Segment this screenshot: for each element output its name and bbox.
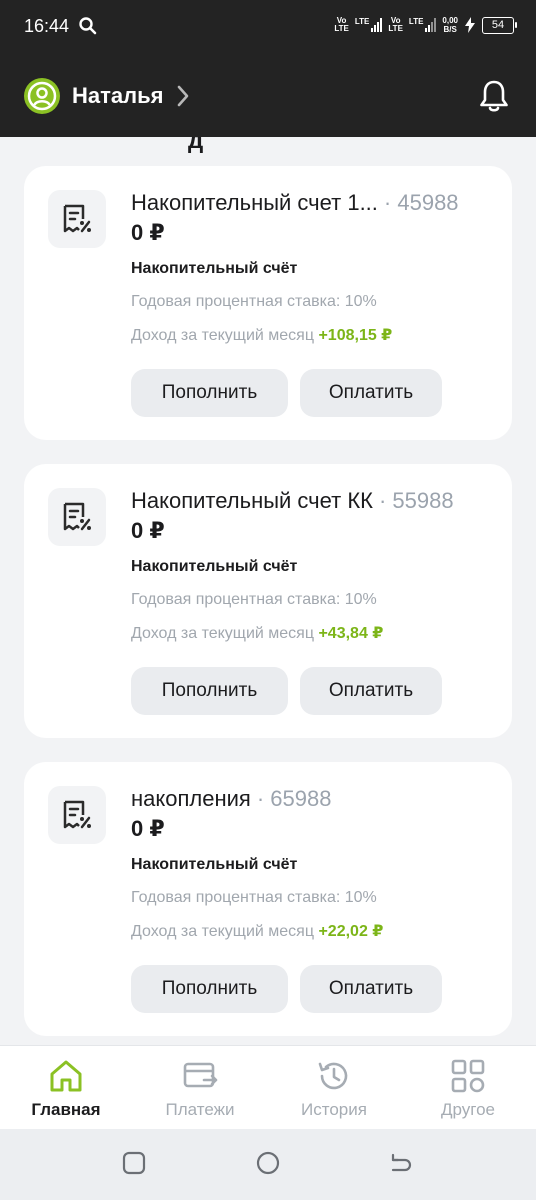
account-number: · 45988	[383, 190, 459, 215]
account-balance: 0 ₽	[131, 518, 165, 543]
account-title: Накопительный счет КК · 55988	[131, 488, 491, 514]
account-type: Накопительный счёт	[131, 260, 298, 277]
network-speed: 0,00 B/S	[442, 16, 458, 34]
savings-account-card[interactable]: Накопительный счет КК · 55988 0 ₽ Накопи…	[24, 464, 512, 738]
account-icon-box	[48, 786, 106, 844]
nav-payments[interactable]: Платежи	[140, 1046, 260, 1130]
account-icon-box	[48, 488, 106, 546]
bell-icon[interactable]	[478, 78, 510, 114]
nav-label: Платежи	[165, 1100, 235, 1119]
account-balance: 0 ₽	[131, 220, 165, 245]
account-balance: 0 ₽	[131, 816, 165, 841]
interest-rate: Годовая процентная ставка: 10%	[131, 889, 377, 906]
nav-other[interactable]: Другое	[408, 1046, 528, 1130]
receipt-percent-icon	[63, 800, 91, 829]
pay-button[interactable]: Оплатить	[300, 369, 442, 417]
volte-indicator-2: Vo LTE	[388, 16, 403, 33]
account-type: Накопительный счёт	[131, 856, 298, 873]
app-header: Наталья	[0, 70, 536, 124]
topup-button[interactable]: Пополнить	[131, 667, 288, 715]
system-navigation-bar	[0, 1129, 536, 1200]
user-icon	[27, 81, 57, 111]
nav-home[interactable]: Главная	[6, 1046, 126, 1130]
home-button-icon[interactable]	[256, 1151, 280, 1175]
savings-account-card[interactable]: накопления · 65988 0 ₽ Накопительный счё…	[24, 762, 512, 1036]
search-icon	[79, 17, 97, 35]
interest-rate: Годовая процентная ставка: 10%	[131, 293, 377, 310]
chevron-right-icon[interactable]	[176, 84, 190, 108]
account-name: Накопительный счет КК	[131, 488, 373, 513]
accounts-list[interactable]: д Накопительный счет 1... · 45988 0 ₽ На…	[0, 137, 536, 1045]
signal-icon-1: LTE	[355, 18, 383, 32]
receipt-percent-icon	[63, 204, 91, 233]
nav-history[interactable]: История	[274, 1046, 394, 1130]
status-bar: 16:44 Vo LTE LTE Vo LTE LTE 0,00 B/S 54	[0, 0, 536, 54]
charging-icon	[465, 17, 475, 33]
nav-label: История	[301, 1100, 367, 1119]
income-amount: +43,84 ₽	[318, 625, 384, 642]
status-time: 16:44	[24, 16, 70, 36]
grid-icon	[451, 1059, 485, 1093]
account-type: Накопительный счёт	[131, 558, 298, 575]
back-icon[interactable]	[389, 1151, 413, 1175]
topup-button[interactable]: Пополнить	[131, 369, 288, 417]
monthly-income: Доход за текущий месяц +43,84 ₽	[131, 625, 384, 642]
volte-indicator-1: Vo LTE	[334, 16, 349, 33]
income-amount: +108,15 ₽	[318, 327, 393, 344]
top-bar: 16:44 Vo LTE LTE Vo LTE LTE 0,00 B/S 54 …	[0, 0, 536, 137]
savings-account-card[interactable]: Накопительный счет 1... · 45988 0 ₽ Нако…	[24, 166, 512, 440]
history-icon	[318, 1062, 348, 1090]
account-icon-box	[48, 190, 106, 248]
account-title: Накопительный счет 1... · 45988	[131, 190, 491, 216]
bottom-navigation: Главная Платежи История Другое	[0, 1045, 536, 1129]
home-icon	[50, 1060, 82, 1092]
user-name[interactable]: Наталья	[72, 83, 163, 109]
account-number: · 65988	[256, 786, 332, 811]
account-name: Накопительный счет 1...	[131, 190, 378, 215]
avatar[interactable]	[24, 78, 60, 114]
nav-label: Другое	[440, 1100, 495, 1119]
receipt-percent-icon	[63, 502, 91, 531]
signal-icon-2: LTE	[409, 18, 437, 32]
account-title: накопления · 65988	[131, 786, 491, 812]
income-amount: +22,02 ₽	[318, 923, 384, 940]
battery-indicator: 54	[482, 16, 517, 34]
account-number: · 55988	[378, 488, 454, 513]
payments-icon	[183, 1062, 218, 1088]
section-heading-peek: д	[188, 137, 204, 154]
pay-button[interactable]: Оплатить	[300, 965, 442, 1013]
monthly-income: Доход за текущий месяц +22,02 ₽	[131, 923, 384, 940]
topup-button[interactable]: Пополнить	[131, 965, 288, 1013]
account-name: накопления	[131, 786, 251, 811]
status-icons: Vo LTE LTE Vo LTE LTE 0,00 B/S 54	[334, 16, 517, 34]
interest-rate: Годовая процентная ставка: 10%	[131, 591, 377, 608]
nav-label: Главная	[31, 1100, 101, 1119]
pay-button[interactable]: Оплатить	[300, 667, 442, 715]
monthly-income: Доход за текущий месяц +108,15 ₽	[131, 327, 393, 344]
recent-apps-icon[interactable]	[122, 1151, 146, 1175]
